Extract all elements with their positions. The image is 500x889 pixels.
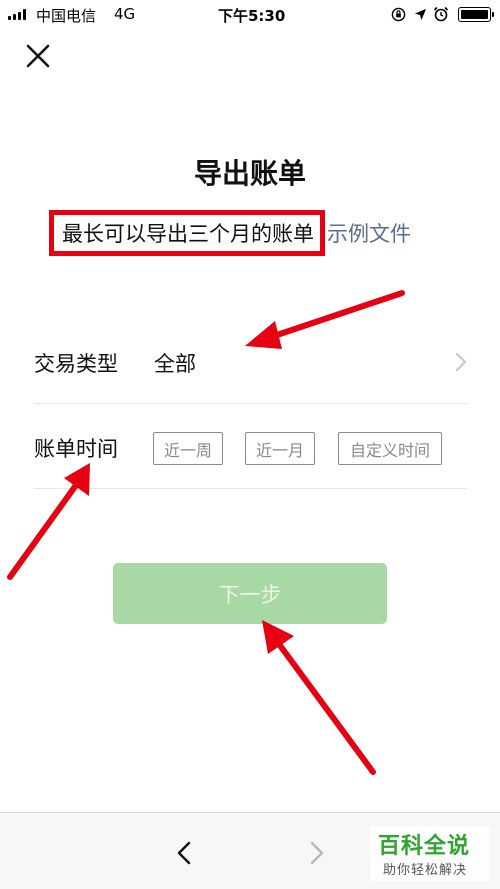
bill-time-row: 账单时间 近一周 近一月 自定义时间 (34, 404, 467, 489)
transaction-type-label: 交易类型 (34, 352, 118, 376)
watermark-logo: 百科全说 助你轻松解决 (370, 826, 490, 881)
watermark-title: 百科全说 (378, 834, 471, 859)
next-step-button[interactable]: 下一步 (113, 563, 387, 624)
last-month-option[interactable]: 近一月 (245, 432, 315, 465)
signal-bars-icon (8, 9, 26, 20)
page-title: 导出账单 (193, 157, 306, 190)
network-type: 4G (114, 5, 136, 23)
bill-time-label: 账单时间 (34, 437, 118, 461)
alarm-icon (433, 6, 449, 22)
location-arrow-icon (414, 8, 427, 21)
rotation-lock-icon (391, 7, 406, 22)
battery-icon (458, 7, 494, 22)
status-time: 下午5:30 (218, 7, 286, 25)
sample-file-link[interactable]: 示例文件 (327, 218, 411, 248)
custom-time-option[interactable]: 自定义时间 (338, 432, 442, 465)
transaction-type-value: 全部 (154, 352, 196, 376)
subtitle-row: 最长可以导出三个月的账单 示例文件 (49, 210, 411, 256)
subtitle-text: 最长可以导出三个月的账单 (62, 222, 314, 246)
status-bar: 中国电信 4G 下午5:30 (0, 0, 500, 30)
chevron-right-icon (455, 352, 467, 372)
subtitle-highlight-box: 最长可以导出三个月的账单 (49, 210, 325, 256)
chevron-left-icon[interactable] (176, 841, 192, 865)
transaction-type-row[interactable]: 交易类型 全部 (34, 320, 467, 404)
last-week-option[interactable]: 近一周 (153, 432, 223, 465)
chevron-right-icon[interactable] (309, 841, 325, 865)
close-icon[interactable] (24, 42, 52, 70)
arrow-to-next-button (262, 620, 376, 775)
carrier-name: 中国电信 (36, 7, 97, 25)
watermark-subtitle: 助你轻松解决 (383, 863, 468, 878)
